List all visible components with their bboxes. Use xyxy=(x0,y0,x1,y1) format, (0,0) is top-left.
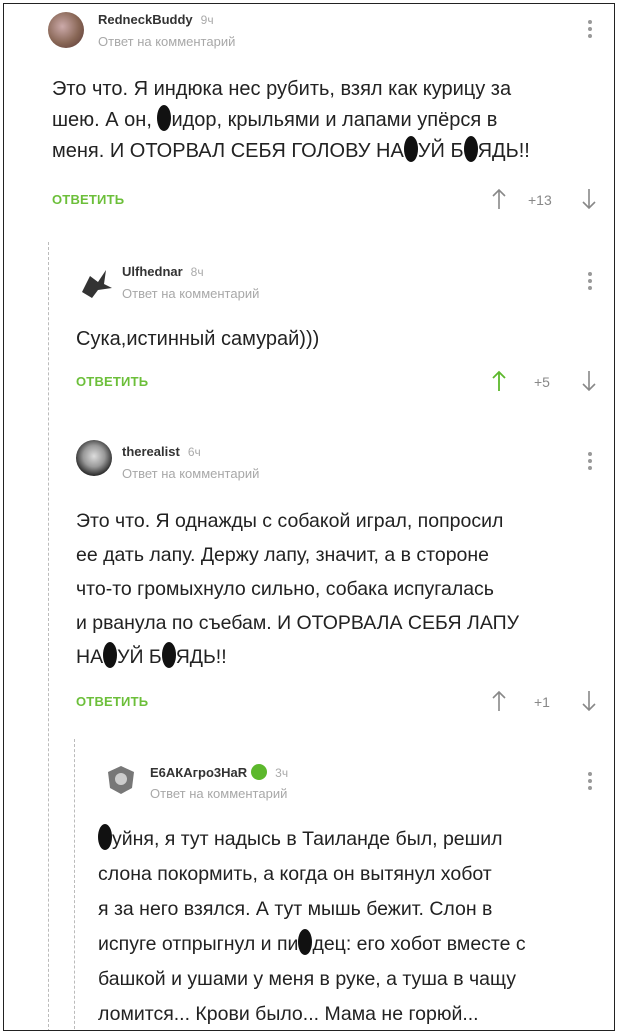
avatar[interactable] xyxy=(104,762,138,796)
reply-hint: Ответ на комментарий xyxy=(122,286,260,301)
avatar[interactable] xyxy=(76,262,116,302)
comment-author[interactable]: Ulfhednar 8ч xyxy=(122,264,204,279)
vote-count: +5 xyxy=(534,374,550,390)
reply-button[interactable]: ОТВЕТИТЬ xyxy=(76,374,148,389)
comment-therealist: therealist 6ч Ответ на комментарий Это чт… xyxy=(4,424,614,744)
avatar[interactable] xyxy=(48,12,84,48)
censor-blot xyxy=(103,642,118,668)
downvote-icon[interactable] xyxy=(580,188,598,210)
censor-blot xyxy=(157,105,172,131)
avatar[interactable] xyxy=(76,440,112,476)
comment-redneckbuddy: RedneckBuddy 9ч Ответ на комментарий Это … xyxy=(4,4,614,234)
upvote-icon[interactable] xyxy=(490,690,508,712)
comment-body: Сука,истинный самурай))) xyxy=(76,328,320,350)
reply-hint: Ответ на комментарий xyxy=(122,466,260,481)
comment-author[interactable]: RedneckBuddy 9ч xyxy=(98,12,214,27)
censor-blot xyxy=(161,642,176,668)
more-options-icon[interactable] xyxy=(588,452,594,473)
vote-count: +13 xyxy=(528,192,552,208)
reply-hint: Ответ на комментарий xyxy=(98,34,236,49)
censor-blot xyxy=(298,929,313,955)
upvote-icon[interactable] xyxy=(490,370,508,392)
censor-blot xyxy=(98,824,112,850)
comment-author[interactable]: therealist 6ч xyxy=(122,444,201,459)
censor-blot xyxy=(403,136,418,162)
vote-count: +1 xyxy=(534,694,550,710)
upvote-icon[interactable] xyxy=(490,188,508,210)
comment-time: 8ч xyxy=(190,265,204,279)
comment-e6akagro: Е6АКАгро3НаR 3ч Ответ на комментарий уйня… xyxy=(4,744,614,1030)
censor-blot xyxy=(463,136,478,162)
reply-button[interactable]: ОТВЕТИТЬ xyxy=(52,192,124,207)
comment-body: Это что. Я однажды с собакой играл, попр… xyxy=(76,510,520,668)
comment-time: 3ч xyxy=(275,766,289,780)
comment-author[interactable]: Е6АКАгро3НаR 3ч xyxy=(150,764,288,780)
reply-button[interactable]: ОТВЕТИТЬ xyxy=(76,694,148,709)
comments-feed: RedneckBuddy 9ч Ответ на комментарий Это … xyxy=(3,3,615,1031)
verified-icon xyxy=(251,764,268,780)
comment-body: уйня, я тут надысь в Таиланде был, решил… xyxy=(98,822,598,1030)
comment-ulfhednar: Ulfhednar 8ч Ответ на комментарий Сука,ис… xyxy=(4,244,614,404)
reply-hint: Ответ на комментарий xyxy=(150,786,288,801)
downvote-icon[interactable] xyxy=(580,370,598,392)
more-options-icon[interactable] xyxy=(588,772,594,793)
downvote-icon[interactable] xyxy=(580,690,598,712)
comment-time: 9ч xyxy=(200,13,214,27)
more-options-icon[interactable] xyxy=(588,272,594,293)
comment-body: Это что. Я индюка нес рубить, взял как к… xyxy=(52,78,530,162)
comment-time: 6ч xyxy=(187,445,201,459)
more-options-icon[interactable] xyxy=(588,20,594,41)
